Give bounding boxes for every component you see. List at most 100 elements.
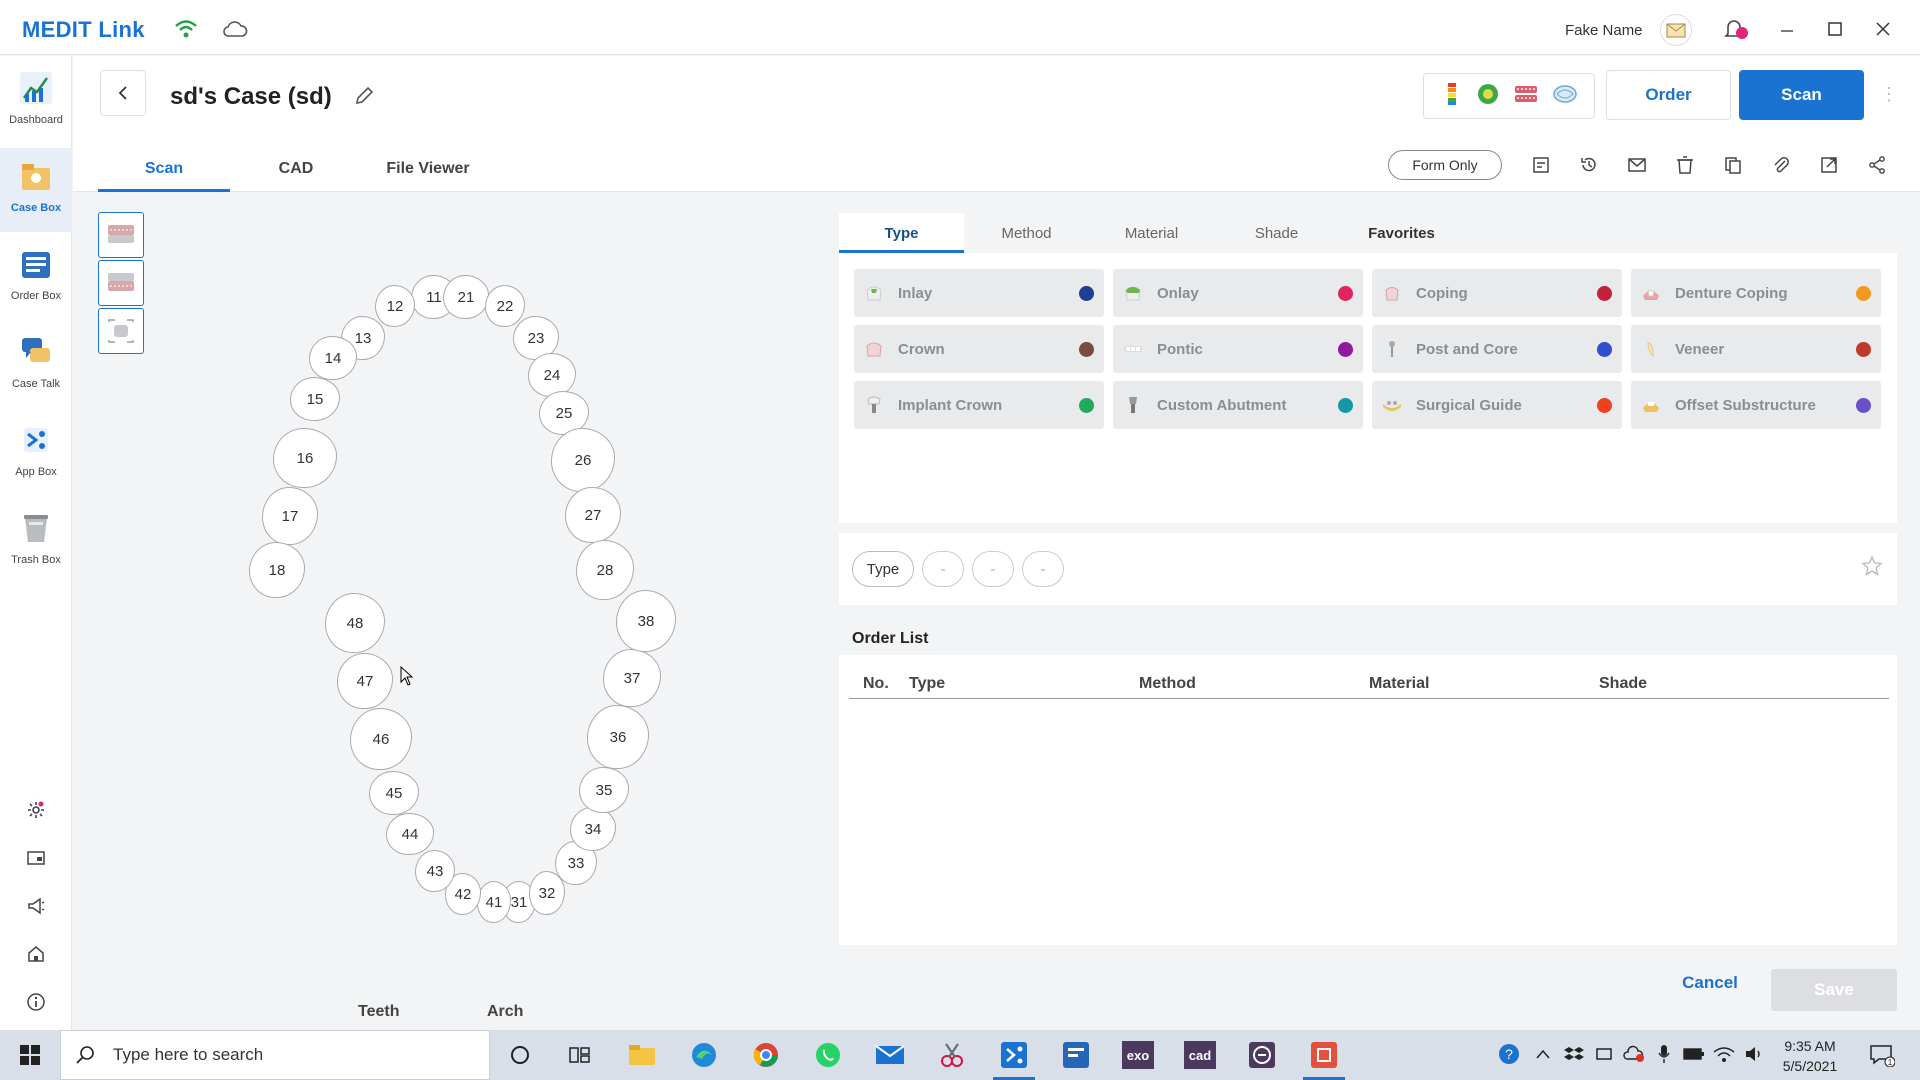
favorite-star-icon[interactable] <box>1861 555 1887 581</box>
tab-scan[interactable]: Scan <box>98 146 230 192</box>
more-vertical-icon[interactable]: ⋮ <box>1880 84 1898 105</box>
chevron-up-icon[interactable] <box>1532 1043 1554 1065</box>
user-name[interactable]: Fake Name <box>1565 22 1643 39</box>
wifi-icon[interactable] <box>173 16 199 42</box>
sidebar-item-trash-box[interactable]: Trash Box <box>0 500 72 584</box>
medit-link-taskbar-icon[interactable] <box>989 1035 1039 1080</box>
tooth-38[interactable]: 38 <box>616 590 676 652</box>
settings-icon[interactable] <box>22 796 50 824</box>
sidebar-item-case-talk[interactable]: Case Talk <box>0 324 72 408</box>
history-icon[interactable] <box>1576 152 1602 178</box>
tooth-15[interactable]: 15 <box>290 377 340 421</box>
type-card-custom-abutment[interactable]: Custom Abutment <box>1113 381 1363 429</box>
type-card-implant-crown[interactable]: Implant Crown <box>854 381 1104 429</box>
tooth-28[interactable]: 28 <box>576 540 634 600</box>
sidebar-item-order-box[interactable]: Order Box <box>0 236 72 320</box>
arch-toggle[interactable]: Arch <box>487 1003 523 1021</box>
file-explorer-icon[interactable] <box>617 1035 667 1075</box>
tooth-26[interactable]: 26 <box>551 428 615 492</box>
pencil-icon[interactable] <box>353 85 377 109</box>
tooth-47[interactable]: 47 <box>337 653 393 709</box>
taskbar-search-box[interactable]: Type here to search <box>60 1030 490 1080</box>
trash-icon[interactable] <box>1672 152 1698 178</box>
cad-app-icon[interactable]: cad <box>1175 1035 1225 1075</box>
info-icon[interactable] <box>22 988 50 1016</box>
red-app-icon[interactable] <box>1299 1035 1349 1080</box>
tooth-18[interactable]: 18 <box>249 542 305 598</box>
type-card-surgical-guide[interactable]: Surgical Guide <box>1372 381 1622 429</box>
selected-method-pill[interactable]: - <box>922 551 964 587</box>
onedrive-offline-icon[interactable] <box>1623 1043 1645 1065</box>
edge-browser-icon[interactable] <box>679 1035 729 1075</box>
user-avatar[interactable] <box>1660 14 1692 46</box>
save-button[interactable]: Save <box>1771 969 1897 1011</box>
action-center-icon[interactable]: 1 <box>1868 1042 1896 1068</box>
tab-favorites[interactable]: Favorites <box>1339 213 1464 253</box>
tab-type[interactable]: Type <box>839 213 964 253</box>
scan-button[interactable]: Scan <box>1739 70 1864 120</box>
type-card-post-and-core[interactable]: Post and Core <box>1372 325 1622 373</box>
blue-app-icon[interactable] <box>1051 1035 1101 1075</box>
color-bar-icon[interactable] <box>1441 82 1463 111</box>
tooth-35[interactable]: 35 <box>579 767 629 813</box>
tooth-17[interactable]: 17 <box>262 487 318 545</box>
lower-jaw-view-button[interactable] <box>98 260 144 306</box>
tooth-12[interactable]: 12 <box>375 285 415 327</box>
form-only-button[interactable]: Form Only <box>1388 150 1502 180</box>
cloud-icon[interactable] <box>222 16 248 42</box>
microphone-icon[interactable] <box>1653 1043 1675 1065</box>
share-icon[interactable] <box>1864 152 1890 178</box>
close-button[interactable] <box>1868 14 1898 44</box>
tooth-34[interactable]: 34 <box>570 807 616 851</box>
tab-material[interactable]: Material <box>1089 213 1214 253</box>
minimize-button[interactable] <box>1772 14 1802 44</box>
tooth-45[interactable]: 45 <box>369 771 419 815</box>
folder-icon[interactable] <box>22 844 50 872</box>
task-view-icon[interactable] <box>555 1035 605 1075</box>
tooth-22[interactable]: 22 <box>485 285 525 327</box>
chrome-browser-icon[interactable] <box>741 1035 791 1075</box>
tooth-21[interactable]: 21 <box>443 275 489 319</box>
occlusion-view-button[interactable] <box>98 308 144 354</box>
tooth-46[interactable]: 46 <box>350 708 412 770</box>
selected-material-pill[interactable]: - <box>972 551 1014 587</box>
tooth-24[interactable]: 24 <box>528 353 576 397</box>
tab-shade[interactable]: Shade <box>1214 213 1339 253</box>
upper-jaw-view-button[interactable] <box>98 212 144 258</box>
tooth-36[interactable]: 36 <box>587 705 649 769</box>
whatsapp-icon[interactable] <box>803 1035 853 1075</box>
taskbar-clock[interactable]: 9:35 AM 5/5/2021 <box>1770 1036 1850 1076</box>
tooth-37[interactable]: 37 <box>603 649 661 707</box>
cancel-button[interactable]: Cancel <box>1660 963 1760 1003</box>
tooth-27[interactable]: 27 <box>565 487 621 543</box>
tab-cad[interactable]: CAD <box>230 146 362 192</box>
sidebar-item-case-box[interactable]: Case Box <box>0 148 72 232</box>
exo-app-icon[interactable]: exo <box>1113 1035 1163 1075</box>
tooth-48[interactable]: 48 <box>325 593 385 653</box>
tooth-14[interactable]: 14 <box>309 336 357 380</box>
back-button[interactable] <box>100 70 146 116</box>
selected-shade-pill[interactable]: - <box>1022 551 1064 587</box>
note-icon[interactable] <box>1528 152 1554 178</box>
type-card-inlay[interactable]: Inlay <box>854 269 1104 317</box>
green-tooth-icon[interactable] <box>1476 82 1500 111</box>
volume-icon[interactable] <box>1743 1043 1765 1065</box>
copy-icon[interactable] <box>1720 152 1746 178</box>
meeting-icon[interactable] <box>1593 1043 1615 1065</box>
tooth-16[interactable]: 16 <box>273 428 337 488</box>
tab-file-viewer[interactable]: File Viewer <box>362 146 494 192</box>
type-card-denture-coping[interactable]: Denture Coping <box>1631 269 1881 317</box>
sidebar-item-app-box[interactable]: App Box <box>0 412 72 496</box>
megaphone-icon[interactable] <box>22 892 50 920</box>
wifi-tray-icon[interactable] <box>1713 1043 1735 1065</box>
type-card-veneer[interactable]: Veneer <box>1631 325 1881 373</box>
snip-tool-icon[interactable] <box>927 1035 977 1075</box>
tab-method[interactable]: Method <box>964 213 1089 253</box>
export-icon[interactable] <box>1816 152 1842 178</box>
mail-icon[interactable] <box>1624 152 1650 178</box>
mail-app-icon[interactable] <box>865 1035 915 1075</box>
type-card-crown[interactable]: Crown <box>854 325 1104 373</box>
windows-start-button[interactable] <box>0 1030 60 1080</box>
help-icon[interactable]: ? <box>1498 1043 1520 1065</box>
maximize-button[interactable] <box>1820 14 1850 44</box>
